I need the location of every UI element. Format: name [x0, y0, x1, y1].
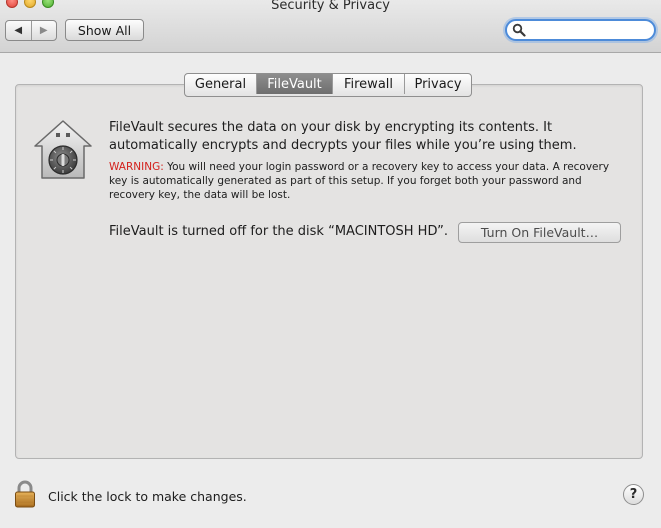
back-button[interactable]: ◀ — [6, 21, 32, 40]
toolbar: Security & Privacy ◀ ▶ Show All — [0, 0, 661, 53]
filevault-description: FileVault secures the data on your disk … — [109, 120, 577, 153]
tab-privacy[interactable]: Privacy — [405, 74, 471, 94]
tab-filevault[interactable]: FileVault — [257, 74, 333, 94]
search-input[interactable] — [527, 22, 653, 40]
lock-instruction: Click the lock to make changes. — [48, 489, 247, 504]
filevault-warning: WARNING: You will need your login passwo… — [109, 160, 619, 202]
window-title: Security & Privacy — [271, 0, 390, 13]
filevault-status: FileVault is turned off for the disk “MA… — [109, 224, 448, 239]
preferences-window: Security & Privacy ◀ ▶ Show All General … — [0, 0, 661, 528]
lock-icon[interactable] — [14, 479, 36, 509]
filevault-panel: FileVault secures the data on your disk … — [15, 84, 643, 459]
tab-general[interactable]: General — [185, 74, 257, 94]
search-field[interactable] — [505, 19, 656, 41]
back-forward-control: ◀ ▶ — [5, 20, 57, 41]
warning-label: WARNING: — [109, 161, 164, 173]
forward-button[interactable]: ▶ — [32, 21, 57, 40]
warning-text: You will need your login password or a r… — [109, 161, 610, 201]
turn-on-filevault-button[interactable]: Turn On FileVault… — [458, 222, 621, 243]
help-button[interactable]: ? — [623, 484, 644, 505]
forward-arrow-icon: ▶ — [39, 25, 48, 36]
show-all-button[interactable]: Show All — [65, 19, 144, 41]
tab-firewall[interactable]: Firewall — [333, 74, 405, 94]
search-icon — [512, 23, 526, 37]
back-arrow-icon: ◀ — [14, 25, 23, 36]
tab-bar: General FileVault Firewall Privacy — [184, 73, 472, 97]
filevault-house-icon — [34, 120, 92, 179]
